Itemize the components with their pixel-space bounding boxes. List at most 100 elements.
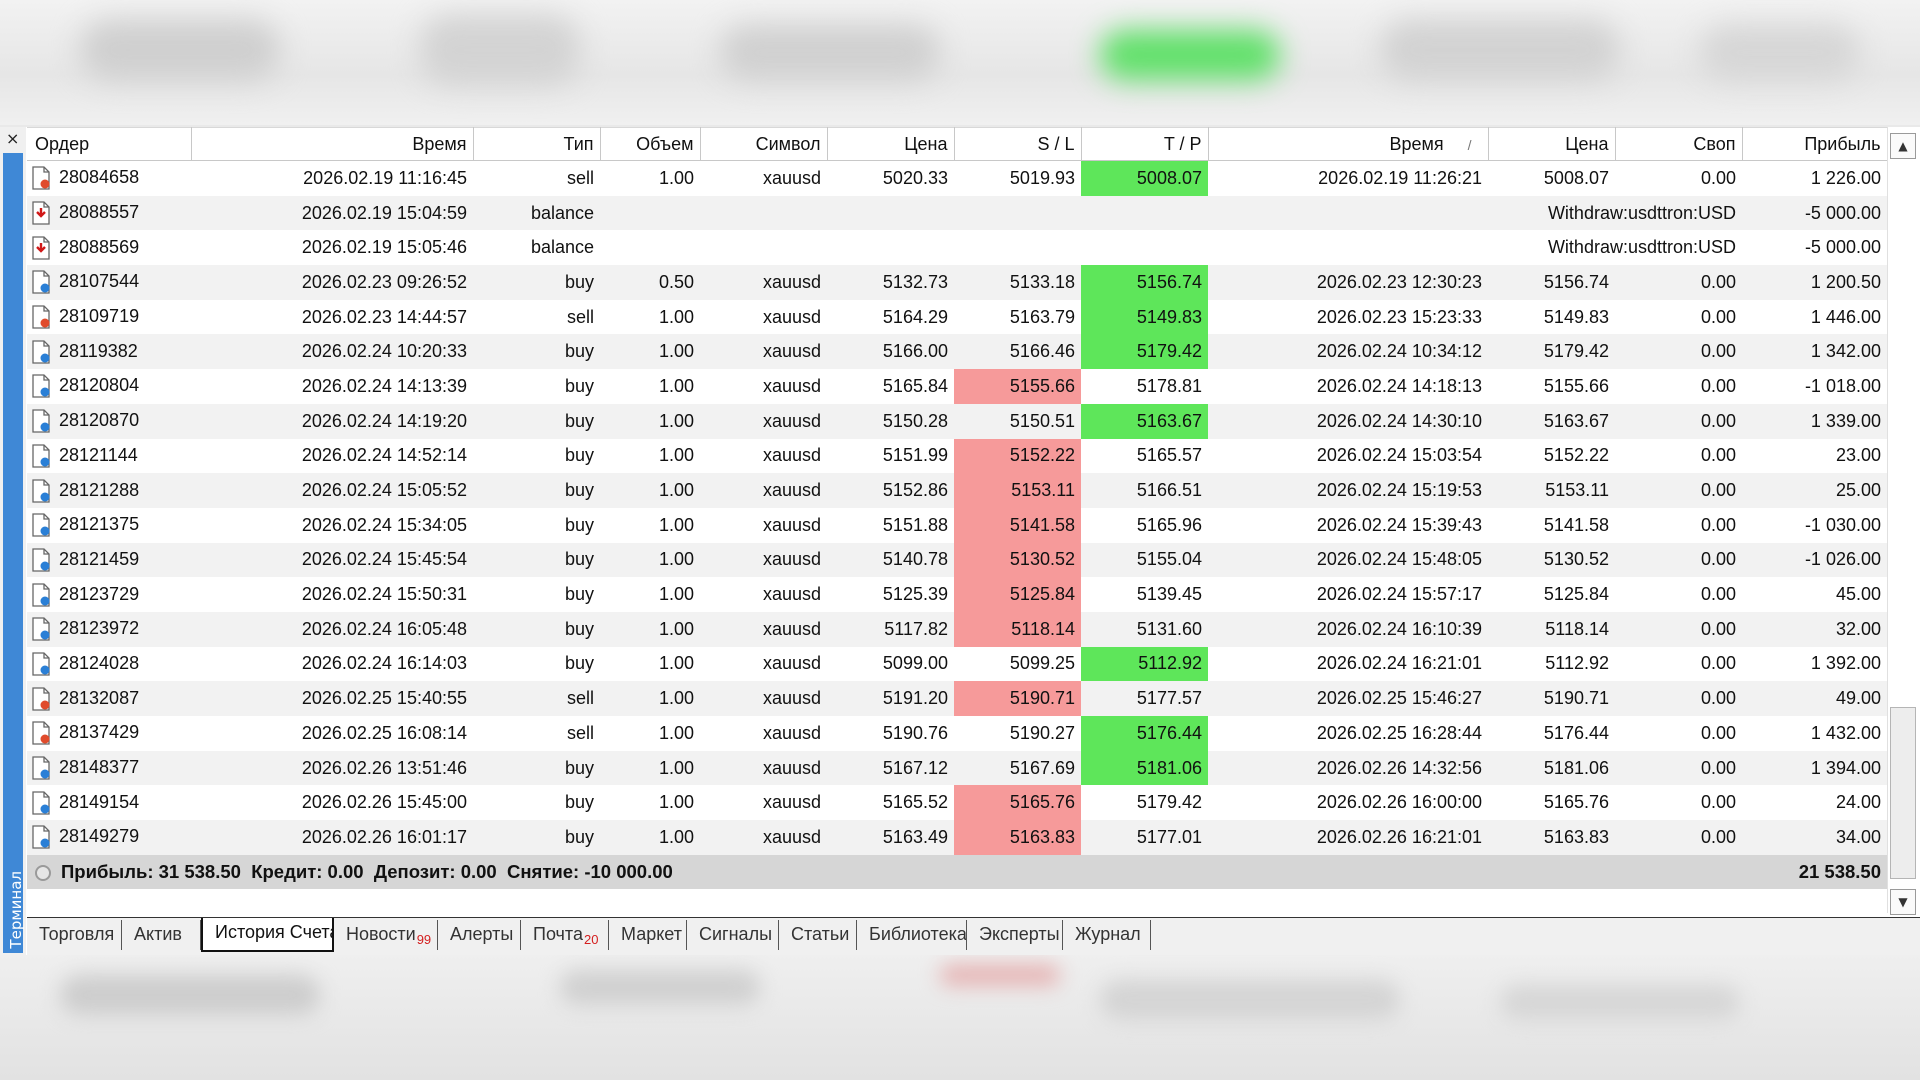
order-cell[interactable]: 28132087	[27, 681, 191, 716]
order-cell[interactable]: 28088557	[27, 195, 191, 231]
order-cell[interactable]: 28123729	[27, 577, 191, 612]
order-cell[interactable]: 28084658	[27, 160, 191, 196]
tab-5[interactable]: Алерты	[438, 920, 521, 950]
swap-cell: 0.00	[1615, 160, 1742, 196]
table-row[interactable]: 28121288 2026.02.24 15:05:52 buy 1.00 xauusd…	[27, 473, 1887, 508]
tab-1[interactable]: Торговля	[27, 920, 122, 950]
table-row[interactable]: 28088569 2026.02.19 15:05:46 balance Withdr…	[27, 230, 1887, 266]
vertical-scrollbar[interactable]: ▲ ▼	[1887, 127, 1916, 915]
table-row[interactable]: 28119382 2026.02.24 10:20:33 buy 1.00 xauusd…	[27, 334, 1887, 370]
header-profit[interactable]: Прибыль	[1742, 127, 1887, 161]
close-time-cell: 2026.02.25 16:28:44	[1208, 716, 1488, 751]
table-row[interactable]: 28121144 2026.02.24 14:52:14 buy 1.00 xauusd…	[27, 438, 1887, 474]
volume-cell: 1.00	[600, 820, 700, 855]
table-row[interactable]: 28109719 2026.02.23 14:44:57 sell 1.00 xauus…	[27, 299, 1887, 335]
order-cell[interactable]: 28121459	[27, 542, 191, 578]
header-close-price[interactable]: Цена	[1488, 127, 1616, 161]
order-cell[interactable]: 28107544	[27, 265, 191, 300]
order-cell[interactable]: 28137429	[27, 716, 191, 751]
table-row[interactable]: 28149154 2026.02.26 15:45:00 buy 1.00 xauusd…	[27, 785, 1887, 821]
tp-cell: 5139.45	[1081, 577, 1208, 612]
scroll-down-icon[interactable]: ▼	[1890, 889, 1916, 915]
scroll-up-icon[interactable]: ▲	[1890, 133, 1916, 159]
order-number: 28084658	[59, 167, 140, 188]
table-row[interactable]: 28124028 2026.02.24 16:14:03 buy 1.00 xauusd…	[27, 646, 1887, 682]
swap-cell: 0.00	[1615, 716, 1742, 751]
tp-cell: 5178.81	[1081, 369, 1208, 404]
header-close-time[interactable]: Время /	[1208, 127, 1489, 161]
table-row[interactable]: 28121459 2026.02.24 15:45:54 buy 1.00 xauusd…	[27, 542, 1887, 578]
header-order[interactable]: Ордер	[27, 127, 192, 161]
type-cell: sell	[473, 299, 600, 335]
order-cell[interactable]: 28123972	[27, 611, 191, 647]
open-time-cell: 2026.02.24 15:05:52	[191, 473, 473, 508]
table-row[interactable]: 28148377 2026.02.26 13:51:46 buy 1.00 xauusd…	[27, 750, 1887, 786]
tab-4[interactable]: Новости99	[334, 920, 438, 950]
tab-3[interactable]: История Счета	[201, 918, 334, 952]
tab-8[interactable]: Сигналы	[687, 920, 779, 950]
tab-11[interactable]: Эксперты	[967, 920, 1063, 950]
close-price-cell: 5163.67	[1488, 403, 1615, 439]
type-cell: buy	[473, 542, 600, 578]
close-price-cell: 5156.74	[1488, 265, 1615, 300]
symbol-cell: xauusd	[700, 716, 827, 751]
table-row[interactable]: 28149279 2026.02.26 16:01:17 buy 1.00 xauusd…	[27, 820, 1887, 855]
sl-cell: 5150.51	[954, 403, 1081, 439]
price-cell: 5191.20	[827, 681, 954, 716]
order-number: 28121375	[59, 513, 140, 534]
header-type[interactable]: Тип	[473, 127, 601, 161]
sl-cell: 5130.52	[954, 542, 1081, 578]
table-row[interactable]: 28132087 2026.02.25 15:40:55 sell 1.00 xauus…	[27, 681, 1887, 716]
tab-6[interactable]: Почта20	[521, 920, 609, 950]
header-sl[interactable]: S / L	[954, 127, 1082, 161]
symbol-cell: xauusd	[700, 542, 827, 578]
summary-text: Прибыль: 31 538.50 Кредит: 0.00 Депозит:…	[61, 860, 673, 882]
table-row[interactable]: 28137429 2026.02.25 16:08:14 sell 1.00 xauus…	[27, 716, 1887, 751]
tab-9[interactable]: Статьи	[779, 920, 857, 950]
tab-10[interactable]: Библиотека	[857, 920, 967, 950]
tab-badge: 99	[416, 932, 432, 947]
header-volume[interactable]: Объем	[600, 127, 701, 161]
tp-cell: 5166.51	[1081, 473, 1208, 508]
table-row[interactable]: 28123972 2026.02.24 16:05:48 buy 1.00 xauusd…	[27, 611, 1887, 647]
tab-7[interactable]: Маркет	[609, 920, 687, 950]
order-cell[interactable]: 28149154	[27, 785, 191, 821]
table-row[interactable]: 28120870 2026.02.24 14:19:20 buy 1.00 xauusd…	[27, 403, 1887, 439]
tab-12[interactable]: Журнал	[1063, 920, 1151, 950]
table-row[interactable]: 28123729 2026.02.24 15:50:31 buy 1.00 xauusd…	[27, 577, 1887, 612]
terminal-side-bar: Терминал	[3, 153, 25, 953]
order-buy-icon	[31, 270, 51, 295]
table-row[interactable]: 28121375 2026.02.24 15:34:05 buy 1.00 xauusd…	[27, 507, 1887, 543]
table-row[interactable]: 28120804 2026.02.24 14:13:39 buy 1.00 xauusd…	[27, 369, 1887, 404]
table-header-row: Ордер Время Тип Объем Символ Цена S / L …	[27, 127, 1887, 161]
order-cell[interactable]: 28120870	[27, 403, 191, 439]
symbol-cell: xauusd	[700, 681, 827, 716]
header-open-price[interactable]: Цена	[827, 127, 955, 161]
header-open-time[interactable]: Время	[191, 127, 474, 161]
table-row[interactable]: 28088557 2026.02.19 15:04:59 balance Withdr…	[27, 195, 1887, 231]
table-row[interactable]: 28084658 2026.02.19 11:16:45 sell 1.00 xauus…	[27, 160, 1887, 196]
order-cell[interactable]: 28149279	[27, 820, 191, 855]
order-cell[interactable]: 28088569	[27, 230, 191, 266]
order-cell[interactable]: 28121144	[27, 438, 191, 474]
header-symbol[interactable]: Символ	[700, 127, 828, 161]
order-cell[interactable]: 28109719	[27, 299, 191, 335]
profit-cell: 25.00	[1742, 473, 1887, 508]
profit-cell: -1 018.00	[1742, 369, 1887, 404]
order-cell[interactable]: 28120804	[27, 369, 191, 404]
volume-cell: 1.00	[600, 473, 700, 508]
order-cell[interactable]: 28124028	[27, 646, 191, 682]
tab-2[interactable]: Актив	[122, 920, 201, 950]
header-tp[interactable]: T / P	[1081, 127, 1209, 161]
header-swap[interactable]: Своп	[1615, 127, 1743, 161]
close-icon[interactable]: ×	[6, 129, 19, 149]
order-cell[interactable]: 28148377	[27, 750, 191, 786]
sl-cell: 5166.46	[954, 334, 1081, 370]
order-cell[interactable]: 28121288	[27, 473, 191, 508]
order-cell[interactable]: 28119382	[27, 334, 191, 370]
volume-cell: 1.00	[600, 611, 700, 647]
scrollbar-thumb[interactable]	[1890, 707, 1916, 879]
order-cell[interactable]: 28121375	[27, 507, 191, 543]
open-time-cell: 2026.02.24 16:05:48	[191, 611, 473, 647]
table-row[interactable]: 28107544 2026.02.23 09:26:52 buy 0.50 xauusd…	[27, 265, 1887, 300]
